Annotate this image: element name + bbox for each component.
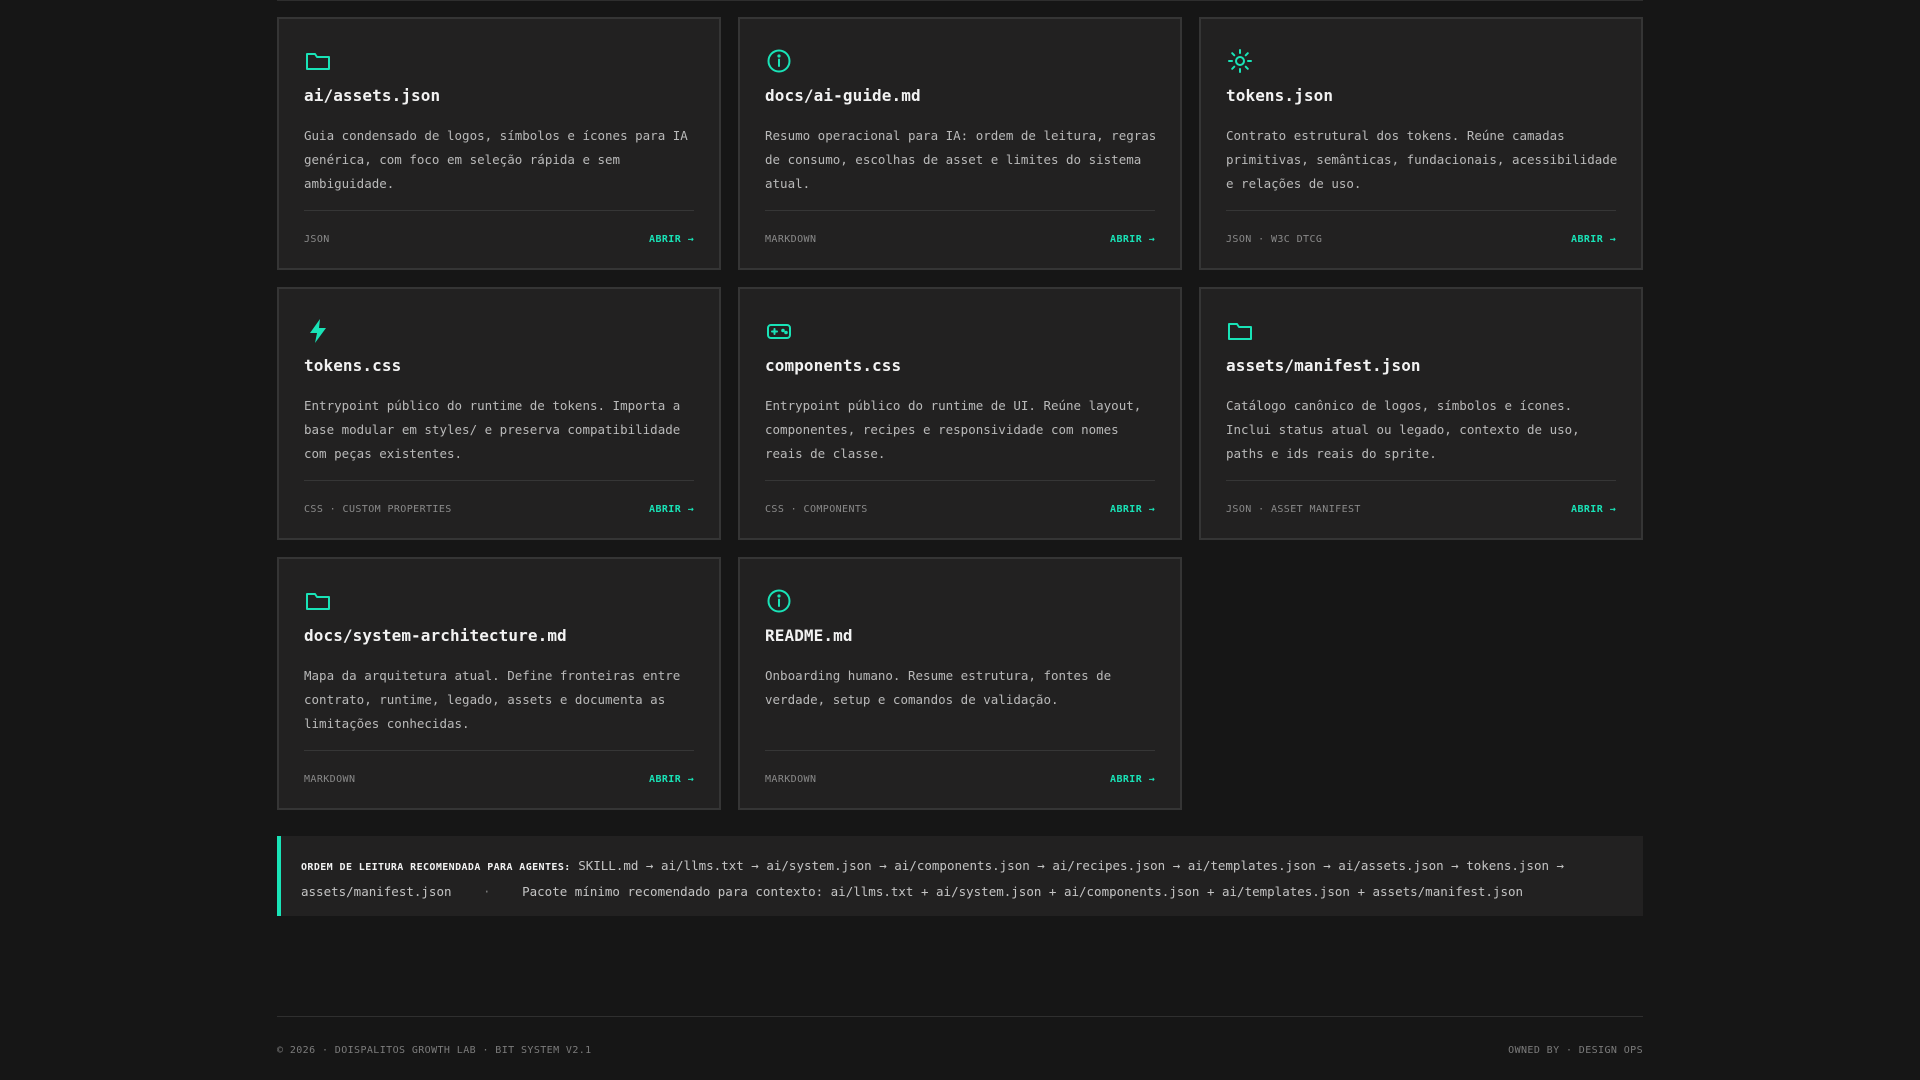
open-link[interactable]: ABRIR → xyxy=(649,504,694,515)
card-meta: JSON · W3C DTCG xyxy=(1226,234,1323,245)
open-link[interactable]: ABRIR → xyxy=(1110,774,1155,785)
card-meta: JSON xyxy=(304,234,330,245)
card-footer: CSS · CUSTOM PROPERTIES ABRIR → xyxy=(304,480,694,538)
reading-order-separator: · xyxy=(483,884,491,899)
doc-card-tokens-json[interactable]: tokens.json Contrato estrutural dos toke… xyxy=(1199,17,1643,270)
footer-divider xyxy=(277,1016,1643,1017)
card-meta: JSON · ASSET MANIFEST xyxy=(1226,504,1361,515)
card-description: Contrato estrutural dos tokens. Reúne ca… xyxy=(1226,128,1618,191)
card-footer: JSON · W3C DTCG ABRIR → xyxy=(1226,210,1616,268)
card-footer: CSS · COMPONENTS ABRIR → xyxy=(765,480,1155,538)
card-description: Entrypoint público do runtime de tokens.… xyxy=(304,398,681,461)
doc-card-tokens-css[interactable]: tokens.css Entrypoint público do runtime… xyxy=(277,287,721,540)
card-meta: MARKDOWN xyxy=(304,774,356,785)
open-link[interactable]: ABRIR → xyxy=(1571,234,1616,245)
lightning-icon xyxy=(304,317,332,345)
card-description: Entrypoint público do runtime de UI. Reú… xyxy=(765,398,1142,461)
card-title: tokens.css xyxy=(304,356,402,375)
minimum-pack-text: Pacote mínimo recomendado para contexto:… xyxy=(522,884,1524,899)
open-link[interactable]: ABRIR → xyxy=(649,234,694,245)
card-meta: MARKDOWN xyxy=(765,774,817,785)
card-description: Catálogo canônico de logos, símbolos e í… xyxy=(1226,398,1580,461)
card-footer: MARKDOWN ABRIR → xyxy=(304,750,694,808)
card-footer: MARKDOWN ABRIR → xyxy=(765,210,1155,268)
doc-card-system-architecture[interactable]: docs/system-architecture.md Mapa da arqu… xyxy=(277,557,721,810)
card-footer: JSON ABRIR → xyxy=(304,210,694,268)
folder-icon xyxy=(1226,317,1254,345)
card-meta: CSS · CUSTOM PROPERTIES xyxy=(304,504,452,515)
card-title: ai/assets.json xyxy=(304,86,441,105)
docs-grid: ai/assets.json Guia condensado de logos,… xyxy=(277,17,1644,810)
doc-card-ai-assets[interactable]: ai/assets.json Guia condensado de logos,… xyxy=(277,17,721,270)
card-description: Onboarding humano. Resume estrutura, fon… xyxy=(765,668,1112,707)
footer-copyright: © 2026 · DOISPALITOS GROWTH LAB · BIT SY… xyxy=(277,1045,592,1056)
doc-card-ai-guide[interactable]: docs/ai-guide.md Resumo operacional para… xyxy=(738,17,1182,270)
reading-order-label: ORDEM DE LEITURA RECOMENDADA PARA AGENTE… xyxy=(301,862,571,873)
page-footer: © 2026 · DOISPALITOS GROWTH LAB · BIT SY… xyxy=(277,1045,1643,1056)
open-link[interactable]: ABRIR → xyxy=(1571,504,1616,515)
card-meta: CSS · COMPONENTS xyxy=(765,504,868,515)
open-link[interactable]: ABRIR → xyxy=(1110,234,1155,245)
doc-card-components-css[interactable]: components.css Entrypoint público do run… xyxy=(738,287,1182,540)
sun-icon xyxy=(1226,47,1254,75)
card-title: components.css xyxy=(765,356,902,375)
card-title: tokens.json xyxy=(1226,86,1334,105)
card-footer: JSON · ASSET MANIFEST ABRIR → xyxy=(1226,480,1616,538)
top-divider xyxy=(277,0,1643,1)
reading-order-callout: ORDEM DE LEITURA RECOMENDADA PARA AGENTE… xyxy=(277,836,1643,916)
card-description: Mapa da arquitetura atual. Define fronte… xyxy=(304,668,681,731)
card-title: docs/ai-guide.md xyxy=(765,86,921,105)
card-title: README.md xyxy=(765,626,853,645)
open-link[interactable]: ABRIR → xyxy=(1110,504,1155,515)
card-footer: MARKDOWN ABRIR → xyxy=(765,750,1155,808)
info-icon xyxy=(765,47,793,75)
doc-card-assets-manifest[interactable]: assets/manifest.json Catálogo canônico d… xyxy=(1199,287,1643,540)
info-icon xyxy=(765,587,793,615)
card-description: Guia condensado de logos, símbolos e íco… xyxy=(304,128,688,191)
card-description: Resumo operacional para IA: ordem de lei… xyxy=(765,128,1157,191)
card-title: docs/system-architecture.md xyxy=(304,626,567,645)
gamepad-icon xyxy=(765,317,793,345)
open-link[interactable]: ABRIR → xyxy=(649,774,694,785)
doc-card-readme[interactable]: README.md Onboarding humano. Resume estr… xyxy=(738,557,1182,810)
footer-owner: OWNED BY · DESIGN OPS xyxy=(1508,1045,1643,1056)
folder-icon xyxy=(304,47,332,75)
page: ai/assets.json Guia condensado de logos,… xyxy=(0,0,1920,1080)
card-meta: MARKDOWN xyxy=(765,234,817,245)
folder-icon xyxy=(304,587,332,615)
card-title: assets/manifest.json xyxy=(1226,356,1421,375)
